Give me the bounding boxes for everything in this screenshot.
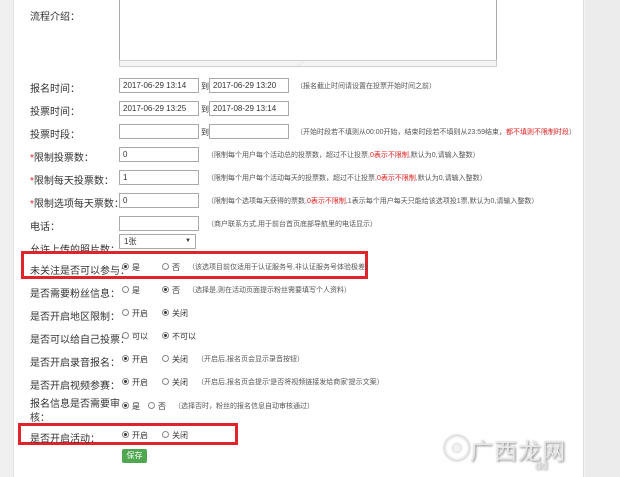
left-sidebar-strip — [0, 0, 14, 477]
resize-grip-icon[interactable]: ⋰ — [297, 61, 303, 68]
region-label: 是否开启地区限制： — [30, 312, 120, 323]
audio-signup-label: 是否开启录音报名： — [30, 358, 120, 369]
limit-daily-input[interactable]: 1 — [119, 170, 199, 185]
review-no-label: 否 — [158, 402, 166, 411]
fans-info-label: 是否需要粉丝信息： — [30, 289, 120, 300]
activity-on-label: 开启 — [132, 431, 148, 440]
self-vote-no-radio[interactable] — [162, 332, 169, 339]
signup-start-input[interactable]: 2017-06-29 13:14 — [119, 78, 199, 93]
follow-yes-label: 是 — [132, 263, 140, 272]
limit-daily-hint: （限制每个用户每个活动每天的投票数，超过不让投票,0表示不限制,默认为0,请输入… — [207, 175, 487, 182]
region-on-label: 开启 — [132, 309, 148, 318]
intro-editor[interactable] — [119, 0, 497, 66]
signup-time-hint: （报名截止时间请设置在投票开始时间之前） — [296, 83, 436, 90]
vote-period-hint: （开始时段若不填则从00:00开始，结束时段若不填则从23:59结束，都不填则不… — [296, 129, 577, 136]
self-vote-no-label: 不可以 — [172, 332, 196, 341]
limit-option-input[interactable]: 0 — [119, 193, 199, 208]
activity-label: 是否开启活动： — [30, 434, 100, 445]
audio-on-radio[interactable] — [122, 355, 129, 362]
watermark-text: 广西龙网 — [470, 439, 566, 465]
vote-time-label: 投票时间： — [30, 107, 80, 118]
vote-start-input[interactable]: 2017-06-29 13:25 — [119, 101, 199, 116]
video-signup-label: 是否开启视频参赛： — [30, 381, 120, 392]
fans-no-label: 否 — [172, 286, 180, 295]
fans-yes-radio[interactable] — [122, 286, 129, 293]
vote-to-label: 到 — [201, 105, 209, 114]
review-no-radio[interactable] — [148, 402, 155, 409]
follow-no-label: 否 — [172, 263, 180, 272]
activity-off-radio[interactable] — [162, 431, 169, 438]
audio-off-radio[interactable] — [162, 355, 169, 362]
limit-total-label: *限制投票数： — [30, 153, 94, 164]
follow-label: 未关注是否可以参与： — [30, 266, 130, 277]
review-label-line1: 报名信息是否需要审 — [30, 399, 120, 410]
signup-time-label: 报名时间： — [30, 84, 80, 95]
period-to-label: 到 — [201, 128, 209, 137]
video-signup-hint: （开启后,报名页会提示'是否将视频链接发给商家'提示文案） — [197, 379, 384, 386]
audio-off-label: 关闭 — [172, 355, 188, 364]
limit-total-hint: （限制每个用户每个活动总的投票数，超过不让投票,0表示不限制,默认为0,请输入整… — [207, 152, 480, 159]
follow-hint: （该选项目前仅适用于认证服务号,非认证服务号体验极差） — [188, 264, 372, 271]
editor-resize-bar[interactable] — [119, 60, 497, 67]
self-vote-label: 是否可以给自己投票： — [30, 335, 130, 346]
photo-count-select[interactable]: 1张 ▼ — [119, 234, 196, 249]
save-button[interactable]: 保存 — [122, 449, 147, 463]
vote-end-input[interactable]: 2017-08-29 13:14 — [209, 101, 289, 116]
audio-signup-hint: （开启后,报名页会显示录音按钮） — [197, 356, 304, 363]
region-on-radio[interactable] — [122, 309, 129, 316]
vote-period-label: 投票时段： — [30, 130, 80, 141]
period-start-input[interactable] — [119, 124, 199, 139]
photo-count-value: 1张 — [124, 237, 137, 246]
activity-off-label: 关闭 — [172, 431, 188, 440]
limit-option-hint: （限制每个选项每天获得的票数,0表示不限制,1表示每个用户每天只能给该选项投1票… — [207, 198, 539, 205]
audio-on-label: 开启 — [132, 355, 148, 364]
region-off-label: 关闭 — [172, 309, 188, 318]
self-vote-yes-label: 可以 — [132, 332, 148, 341]
phone-label: 电话： — [30, 222, 60, 233]
fans-yes-label: 是 — [132, 286, 140, 295]
follow-no-radio[interactable] — [162, 263, 169, 270]
signup-end-input[interactable]: 2017-06-29 13:20 — [209, 78, 289, 93]
period-end-input[interactable] — [209, 124, 289, 139]
region-off-radio[interactable] — [162, 309, 169, 316]
video-off-radio[interactable] — [162, 378, 169, 385]
limit-total-input[interactable]: 0 — [119, 147, 199, 162]
self-vote-yes-radio[interactable] — [122, 332, 129, 339]
fans-info-hint: （选择是,则在活动页面提示粉丝需要填写个人资料） — [188, 287, 351, 294]
follow-yes-radio[interactable] — [122, 263, 129, 270]
fans-no-radio[interactable] — [162, 286, 169, 293]
limit-daily-label: *限制每天投票数： — [30, 176, 114, 187]
activity-on-radio[interactable] — [122, 431, 129, 438]
review-label-line2: 核： — [30, 413, 50, 424]
right-sidebar-strip — [585, 0, 620, 477]
review-yes-label: 是 — [132, 402, 140, 411]
limit-option-label: *限制选项每天票数： — [30, 199, 124, 210]
signup-to-label: 到 — [201, 82, 209, 91]
review-hint: （选择否时，粉丝的报名信息自动审核通过） — [174, 403, 314, 410]
video-on-radio[interactable] — [122, 378, 129, 385]
video-on-label: 开启 — [132, 378, 148, 387]
phone-input[interactable] — [119, 216, 199, 231]
watermark-sub: dd — [535, 460, 548, 472]
review-yes-radio[interactable] — [122, 402, 129, 409]
watermark-logo-icon — [445, 436, 469, 460]
phone-hint: （商户联系方式,用于前台首页底部导航里的电话显示） — [207, 221, 377, 228]
chevron-down-icon: ▼ — [185, 238, 191, 244]
video-off-label: 关闭 — [172, 378, 188, 387]
intro-label: 流程介绍： — [30, 12, 80, 23]
